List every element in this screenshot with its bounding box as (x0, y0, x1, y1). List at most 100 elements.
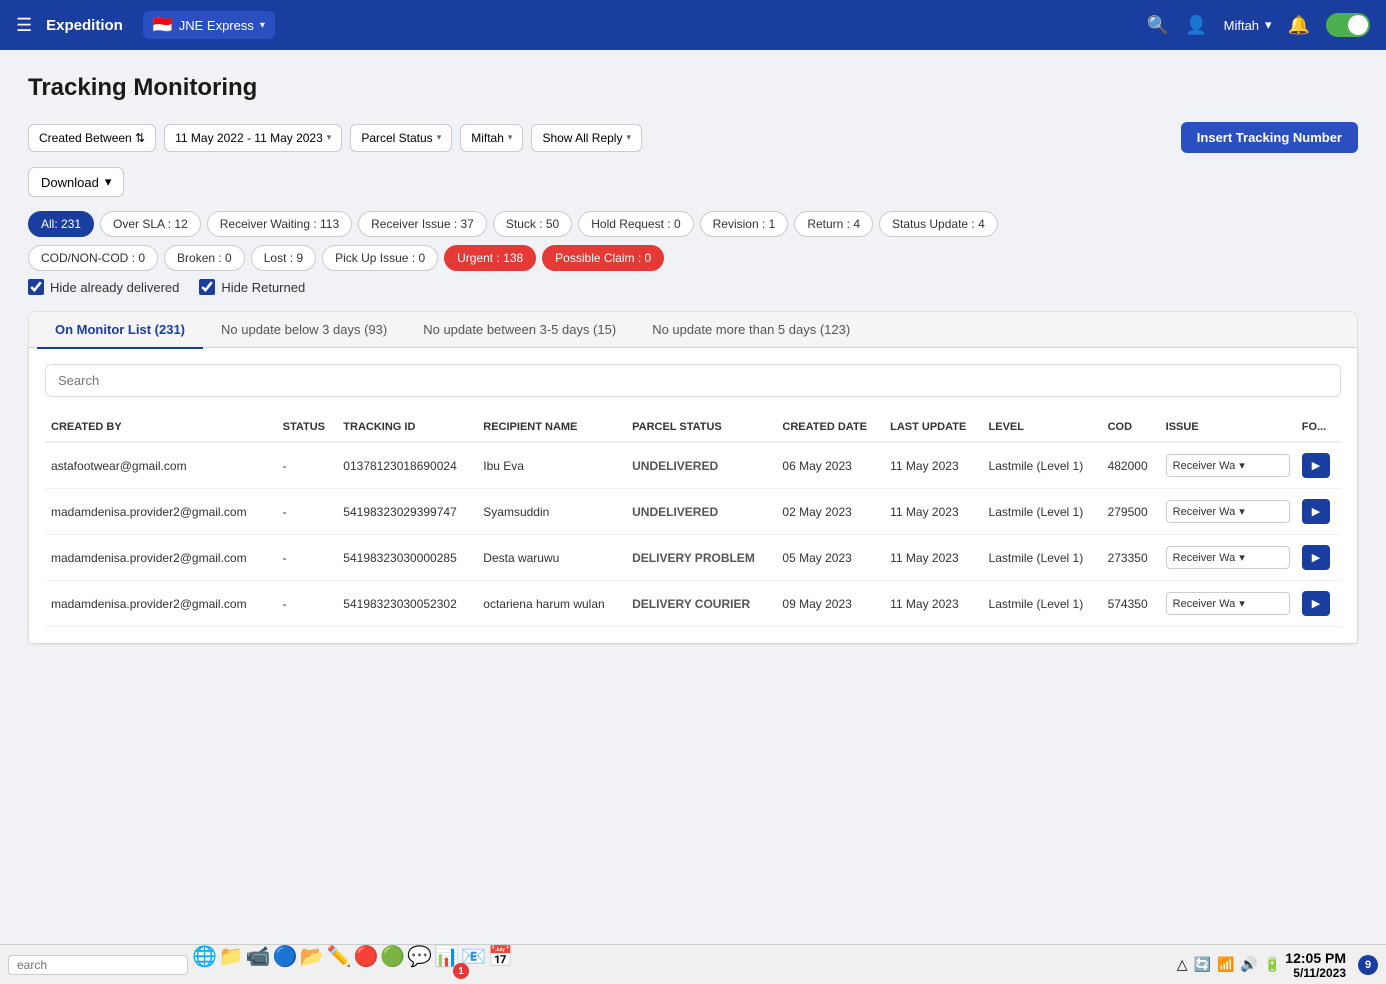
tag-broken[interactable]: Broken : 0 (164, 245, 245, 271)
taskbar-pencil-icon[interactable]: ✏️ (327, 944, 352, 984)
taskbar-calendar-icon[interactable]: 📅 (488, 944, 513, 984)
cell-2-5: 05 May 2023 (776, 535, 884, 581)
taskbar-zoom-icon[interactable]: 📹 (246, 944, 271, 984)
table-header: CREATED BYSTATUSTRACKING IDRECIPIENT NAM… (45, 413, 1341, 442)
action-button[interactable]: ▶ (1302, 453, 1330, 478)
tag-receiver-issue[interactable]: Receiver Issue : 37 (358, 211, 487, 237)
cell-0-6: 11 May 2023 (884, 442, 982, 489)
taskbar-search[interactable] (8, 955, 188, 975)
download-button[interactable]: Download ▾ (28, 167, 124, 197)
refresh-icon[interactable]: 🔄 (1194, 956, 1211, 973)
tag-pickup-issue[interactable]: Pick Up Issue : 0 (322, 245, 438, 271)
action-button[interactable]: ▶ (1302, 545, 1330, 570)
hide-delivered-label[interactable]: Hide already delivered (28, 279, 179, 295)
parcel-status-label: Parcel Status (361, 131, 432, 145)
cell-3-3: octariena harum wulan (477, 581, 626, 627)
taskbar-explorer-icon[interactable]: 📁 (219, 944, 244, 984)
date-range-filter[interactable]: 11 May 2022 - 11 May 2023 ▾ (164, 124, 342, 152)
tag-status-update[interactable]: Status Update : 4 (879, 211, 998, 237)
cell-2-6: 11 May 2023 (884, 535, 982, 581)
taskbar-chrome-icon[interactable]: 🔵 (273, 944, 298, 984)
issue-dropdown[interactable]: Receiver Wa▾ (1166, 454, 1290, 477)
clock-time: 12:05 PM (1285, 950, 1346, 966)
show-reply-filter[interactable]: Show All Reply ▾ (531, 124, 642, 152)
cell-0-4: UNDELIVERED (626, 442, 776, 489)
hide-delivered-checkbox[interactable] (28, 279, 44, 295)
cell-3-8: 574350 (1102, 581, 1160, 627)
cell-0-5: 06 May 2023 (776, 442, 884, 489)
search-icon[interactable]: 🔍 (1147, 15, 1169, 36)
tag-urgent[interactable]: Urgent : 138 (444, 245, 536, 271)
tab-no-update-3[interactable]: No update below 3 days (93) (203, 312, 405, 349)
user-filter-value: Miftah (471, 131, 504, 145)
taskbar-slack-icon[interactable]: 💬 (407, 944, 432, 984)
taskbar-folder-icon[interactable]: 📂 (300, 944, 325, 984)
insert-tracking-button[interactable]: Insert Tracking Number (1181, 122, 1358, 153)
navbar: ☰ Expedition 🇮🇩 JNE Express ▾ 🔍 👤 Miftah… (0, 0, 1386, 50)
cell-action-0: ▶ (1296, 442, 1341, 489)
cell-2-3: Desta waruwu (477, 535, 626, 581)
cell-issue-2: Receiver Wa▾ (1160, 535, 1296, 581)
user-chevron-icon: ▾ (1265, 17, 1272, 33)
parcel-chevron-icon: ▾ (437, 132, 442, 143)
parcel-status-filter[interactable]: Parcel Status ▾ (350, 124, 452, 152)
col-header-10: FO... (1296, 413, 1341, 442)
created-between-label: Created Between ⇅ (39, 131, 145, 145)
tag-all[interactable]: All: 231 (28, 211, 94, 237)
tabs: On Monitor List (231)No update below 3 d… (29, 312, 1357, 348)
tab-monitor[interactable]: On Monitor List (231) (37, 312, 203, 349)
tag-hold-request[interactable]: Hold Request : 0 (578, 211, 693, 237)
col-header-6: LAST UPDATE (884, 413, 982, 442)
tab-no-update-5[interactable]: No update more than 5 days (123) (634, 312, 868, 349)
hide-returned-label[interactable]: Hide Returned (199, 279, 305, 295)
taskbar-opera-icon[interactable]: 🔴 (353, 944, 378, 984)
action-button[interactable]: ▶ (1302, 499, 1330, 524)
created-between-filter[interactable]: Created Between ⇅ (28, 124, 156, 152)
table-row: madamdenisa.provider2@gmail.com-54198323… (45, 489, 1341, 535)
table-row: madamdenisa.provider2@gmail.com-54198323… (45, 535, 1341, 581)
user-name: Miftah (1224, 18, 1259, 33)
tag-cod[interactable]: COD/NON-COD : 0 (28, 245, 158, 271)
taskbar-g-icon[interactable]: 🟢 (380, 944, 405, 984)
table-container: CREATED BYSTATUSTRACKING IDRECIPIENT NAM… (29, 348, 1357, 643)
tag-lost[interactable]: Lost : 9 (251, 245, 316, 271)
taskbar-app-icons: 🌐 📁 📹 🔵 📂 ✏️ 🔴 🟢 💬 📊 📧 1 📅 (192, 944, 513, 984)
cell-3-1: - (277, 581, 338, 627)
user-menu[interactable]: Miftah ▾ (1224, 17, 1272, 33)
tag-stuck[interactable]: Stuck : 50 (493, 211, 572, 237)
volume-icon[interactable]: 🔊 (1240, 956, 1257, 973)
tab-no-update-3-5[interactable]: No update between 3-5 days (15) (405, 312, 634, 349)
tag-row-1: All: 231Over SLA : 12Receiver Waiting : … (28, 211, 1358, 237)
col-header-8: COD (1102, 413, 1160, 442)
page-title: Tracking Monitoring (28, 74, 1358, 102)
tag-over-sla[interactable]: Over SLA : 12 (100, 211, 201, 237)
tag-revision[interactable]: Revision : 1 (700, 211, 789, 237)
tag-receiver-waiting[interactable]: Receiver Waiting : 113 (207, 211, 352, 237)
action-button[interactable]: ▶ (1302, 591, 1330, 616)
mail-badge: 1 (453, 963, 469, 979)
issue-dropdown[interactable]: Receiver Wa▾ (1166, 546, 1290, 569)
tag-claim[interactable]: Possible Claim : 0 (542, 245, 664, 271)
cell-action-3: ▶ (1296, 581, 1341, 627)
bell-icon[interactable]: 🔔 (1288, 15, 1310, 36)
taskbar-sys: △ 🔄 📶 🔊 🔋 (1177, 956, 1282, 973)
theme-toggle[interactable] (1326, 13, 1370, 37)
hide-returned-checkbox[interactable] (199, 279, 215, 295)
taskbar-browser-icon[interactable]: 🌐 (192, 944, 217, 984)
issue-chevron-icon: ▾ (1239, 551, 1245, 564)
tag-return[interactable]: Return : 4 (794, 211, 873, 237)
taskbar-user-badge: 9 (1358, 955, 1378, 975)
brand-selector[interactable]: 🇮🇩 JNE Express ▾ (143, 11, 275, 39)
issue-chevron-icon: ▾ (1239, 597, 1245, 610)
issue-dropdown[interactable]: Receiver Wa▾ (1166, 592, 1290, 615)
search-input[interactable] (45, 364, 1341, 397)
col-header-7: LEVEL (983, 413, 1102, 442)
user-filter[interactable]: Miftah ▾ (460, 124, 523, 152)
user-icon[interactable]: 👤 (1185, 15, 1207, 36)
cell-0-2: 01378123018690024 (337, 442, 477, 489)
cell-2-2: 54198323030000285 (337, 535, 477, 581)
table-body: astafootwear@gmail.com-01378123018690024… (45, 442, 1341, 627)
issue-dropdown[interactable]: Receiver Wa▾ (1166, 500, 1290, 523)
flag-icon: 🇮🇩 (153, 15, 173, 35)
menu-icon[interactable]: ☰ (16, 15, 32, 36)
